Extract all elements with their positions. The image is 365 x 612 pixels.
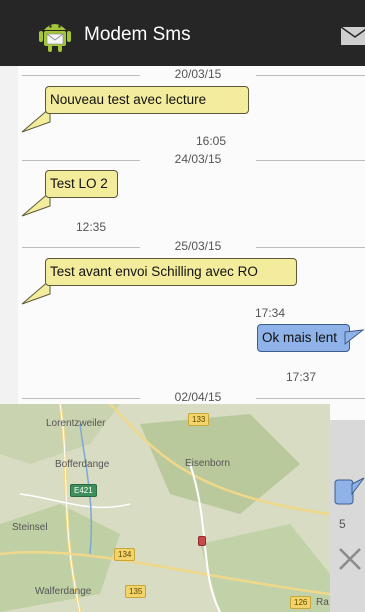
message-bubble-incoming[interactable]: Nouveau test avec lecture <box>45 86 249 114</box>
message-time: 5 <box>339 517 346 531</box>
road-number: 134 <box>114 548 136 561</box>
map-place-label: Bofferdange <box>55 459 110 470</box>
message-time: 17:34 <box>255 306 286 320</box>
overlay-panel <box>330 420 365 612</box>
road-number: 126 <box>290 596 312 609</box>
date-divider: 20/03/15 <box>18 67 365 83</box>
date-divider: 24/03/15 <box>18 152 365 168</box>
close-icon[interactable] <box>336 545 364 573</box>
map-place-label: Walferdange <box>35 586 92 597</box>
envelope-icon[interactable] <box>340 26 365 46</box>
date-divider: 25/03/15 <box>18 239 365 255</box>
map-place-label: Lorentzweiler <box>46 418 106 429</box>
map-place-label: Ra <box>316 597 329 608</box>
message-time: 16:05 <box>196 134 227 148</box>
message-bubble-incoming[interactable]: Test LO 2 <box>45 170 118 198</box>
message-time: 17:37 <box>286 370 317 384</box>
map-terrain <box>0 404 330 612</box>
message-bubble-outgoing[interactable]: Ok mais lent <box>257 324 350 352</box>
message-bubble-outgoing[interactable] <box>333 474 365 508</box>
map-marker <box>198 536 206 546</box>
bubble-tail <box>344 329 365 346</box>
date-label: 25/03/15 <box>174 239 222 253</box>
road-number: 135 <box>125 585 147 598</box>
date-label: 20/03/15 <box>174 67 222 81</box>
android-icon <box>39 24 71 52</box>
map-place-label: Steinsel <box>12 522 48 533</box>
date-label: 24/03/15 <box>174 152 222 166</box>
road-number: E421 <box>70 484 97 497</box>
date-label: 02/04/15 <box>174 390 222 404</box>
app-title: Modem Sms <box>84 24 191 45</box>
message-bubble-incoming[interactable]: Test avant envoi Schilling avec RO <box>45 258 297 286</box>
message-text: Ok mais lent <box>262 330 338 345</box>
message-time: 12:35 <box>76 220 107 234</box>
road-number: 133 <box>188 413 210 426</box>
message-text: Test avant envoi Schilling avec RO <box>50 264 258 279</box>
map-preview[interactable]: Lorentzweiler Bofferdange Eisenborn Stei… <box>0 404 330 612</box>
map-place-label: Eisenborn <box>185 458 231 469</box>
message-text: Nouveau test avec lecture <box>50 92 207 107</box>
message-text: Test LO 2 <box>50 176 108 191</box>
app-bar: Modem Sms <box>0 0 365 66</box>
